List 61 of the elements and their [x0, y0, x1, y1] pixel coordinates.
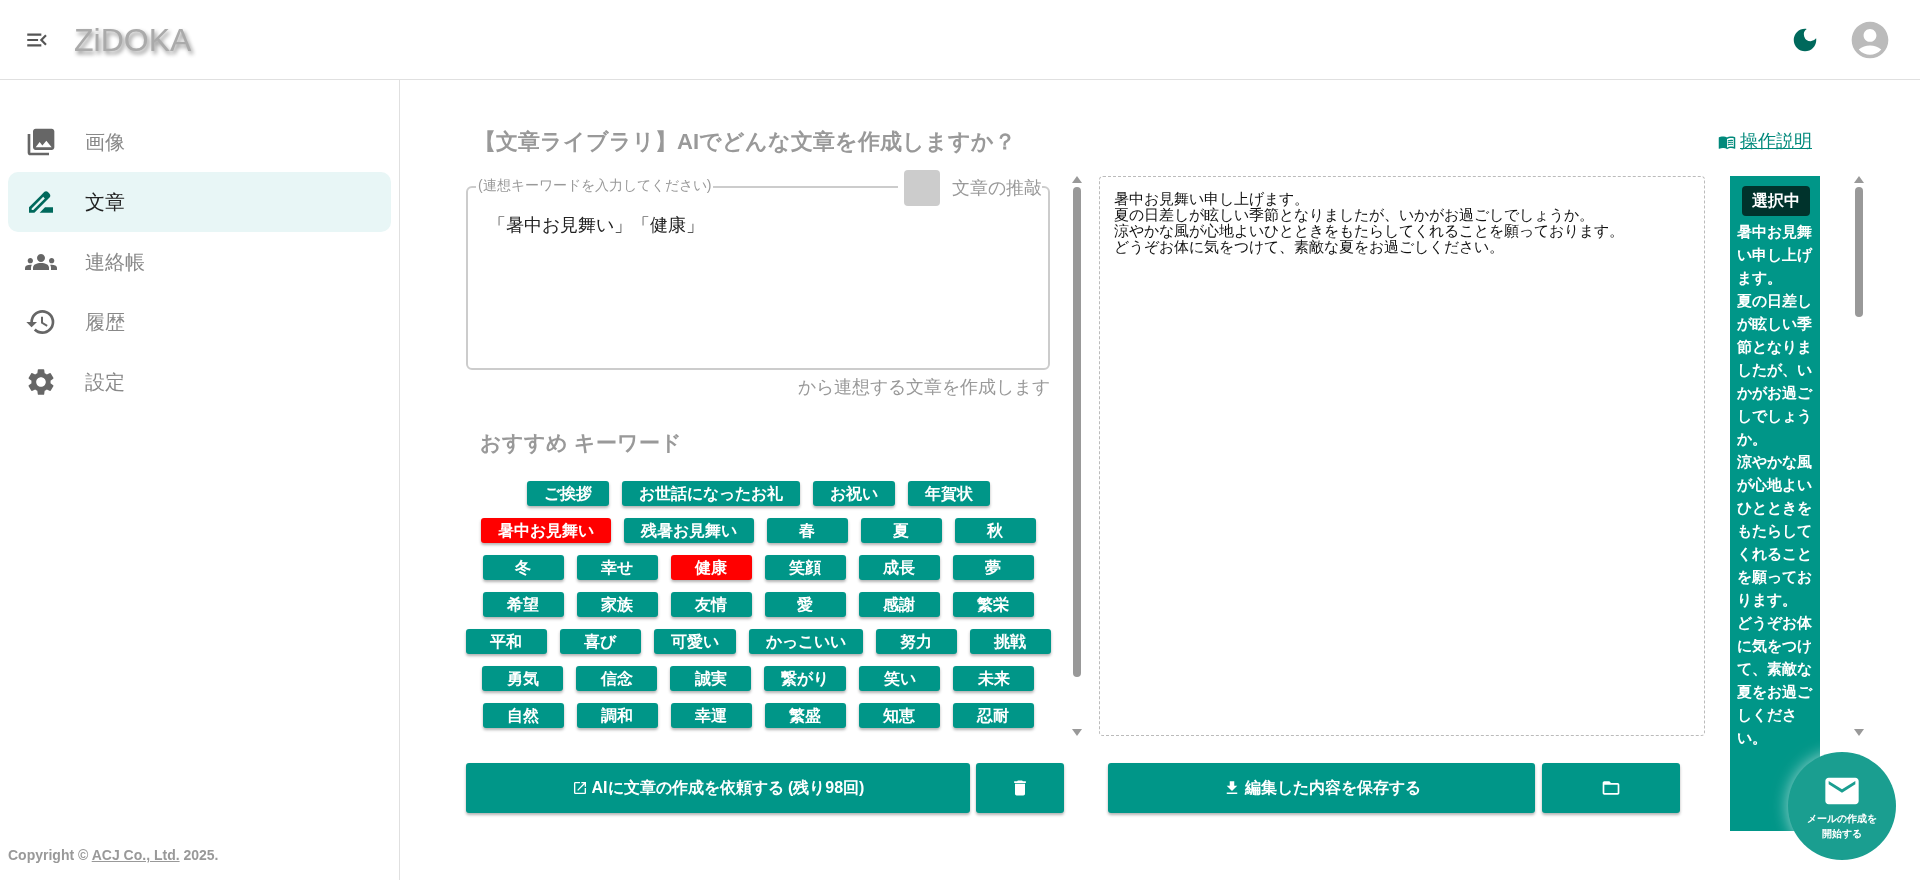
keyword-chip[interactable]: 幸せ [576, 554, 658, 580]
copyright-text: Copyright © ACJ Co., Ltd. 2025. [8, 846, 220, 865]
keyword-chip[interactable]: 繁栄 [952, 591, 1034, 617]
keyword-chip[interactable]: 春 [766, 517, 848, 543]
keyword-chip[interactable]: 忍耐 [952, 702, 1034, 728]
preview-text: 夏の日差しが眩しい季節となりましたが、いかがお過ごしでしょうか。 [1737, 291, 1813, 449]
keyword-chip[interactable]: 繋がり [764, 665, 846, 691]
sidebar-item[interactable]: 連絡帳 [8, 232, 391, 292]
keyword-chip[interactable]: 笑顔 [764, 554, 846, 580]
keyword-chip[interactable]: 幸運 [670, 702, 752, 728]
keyword-chip[interactable]: 感謝 [858, 591, 940, 617]
keyword-chip[interactable]: 平和 [465, 628, 547, 654]
keyword-chip[interactable]: 繁盛 [764, 702, 846, 728]
keyword-chip[interactable]: 調和 [576, 702, 658, 728]
preview-text: 涼やかな風が心地よいひとときをもたらしてくれることを願っております。 [1737, 452, 1813, 610]
keyword-chip[interactable]: 家族 [576, 591, 658, 617]
logo: ZiDOKA [74, 20, 192, 60]
keyword-chip[interactable]: 愛 [764, 591, 846, 617]
preview-text: どうぞお体に気をつけて、素敵な夏をお過ごしください。 [1737, 613, 1813, 748]
keyword-chip[interactable]: 未来 [953, 665, 1034, 691]
company-link[interactable]: ACJ Co., Ltd. [91, 847, 180, 863]
keyword-chip[interactable]: 年賀状 [907, 480, 990, 506]
keyword-chip[interactable]: お祝い [812, 480, 895, 506]
sidebar-item[interactable]: 画像 [8, 112, 391, 172]
keyword-chip[interactable]: お世話になったお礼 [621, 480, 800, 506]
section-title: おすすめ キーワード [480, 430, 683, 456]
page-title: 【文章ライブラリ】AIでどんな文章を作成しますか？ [474, 128, 1016, 156]
keyword-chip[interactable]: 知恵 [858, 702, 940, 728]
keyword-chip[interactable]: 友情 [670, 591, 752, 617]
selected-badge: 選択中 [1742, 186, 1810, 216]
keyword-chip[interactable]: 暑中お見舞い [480, 517, 611, 543]
sidebar-item[interactable]: 設定 [8, 352, 391, 412]
keyword-chip[interactable]: 健康 [670, 554, 752, 580]
preview-text: 暑中お見舞い申し上げます。 [1737, 222, 1813, 288]
mail-fab[interactable]: メールの作成を 開始する [1788, 752, 1896, 860]
keyword-chip[interactable]: 残暑お見舞い [623, 517, 754, 543]
keyword-chip[interactable]: 笑い [859, 665, 940, 691]
request-button[interactable]: AIに文章の作成を依頼する (残り98回) [466, 763, 970, 813]
keyword-chip[interactable]: 冬 [482, 554, 564, 580]
keyword-chip[interactable]: 喜び [559, 628, 641, 654]
help-link[interactable]: 操作説明 [1718, 128, 1812, 155]
keyword-chip[interactable]: 可愛い [653, 628, 736, 654]
keyword-chip[interactable]: 勇気 [482, 665, 563, 691]
keyword-chip[interactable]: 希望 [482, 591, 564, 617]
keyword-chip[interactable]: 成長 [858, 554, 940, 580]
keyword-chip[interactable]: 挑戦 [969, 628, 1051, 654]
keyword-chip[interactable]: 誠実 [670, 665, 751, 691]
keyword-chip[interactable]: 自然 [482, 702, 564, 728]
field-label: (連想キーワードを入力してください) [476, 175, 714, 195]
field-hint: から連想する文章を作成します [798, 376, 1050, 399]
sidebar-item[interactable]: 文章 [8, 172, 391, 232]
keyword-chip[interactable]: 夢 [952, 554, 1034, 580]
keyword-chip[interactable]: 夏 [860, 517, 942, 543]
keyword-chip[interactable]: 信念 [576, 665, 657, 691]
keyword-chip[interactable]: かっこいい [748, 628, 863, 654]
keyword-chip[interactable]: ご挨拶 [526, 480, 609, 506]
generated-text-area[interactable]: 暑中お見舞い申し上げます。 夏の日差しが眩しい季節となりましたが、いかがお過ごしでしょうか。 涼やかな風が心地よいひとときをもたらしてくれることを願っております。 どうぞお体に気をつけて、素敵な夏をお過ごしください。 [1099, 176, 1705, 736]
keyword-chip[interactable]: 秋 [954, 517, 1036, 543]
save-button[interactable]: 編集した内容を保存する [1108, 763, 1535, 813]
sidebar-item[interactable]: 履歴 [8, 292, 391, 352]
keyword-chip[interactable]: 努力 [875, 628, 957, 654]
